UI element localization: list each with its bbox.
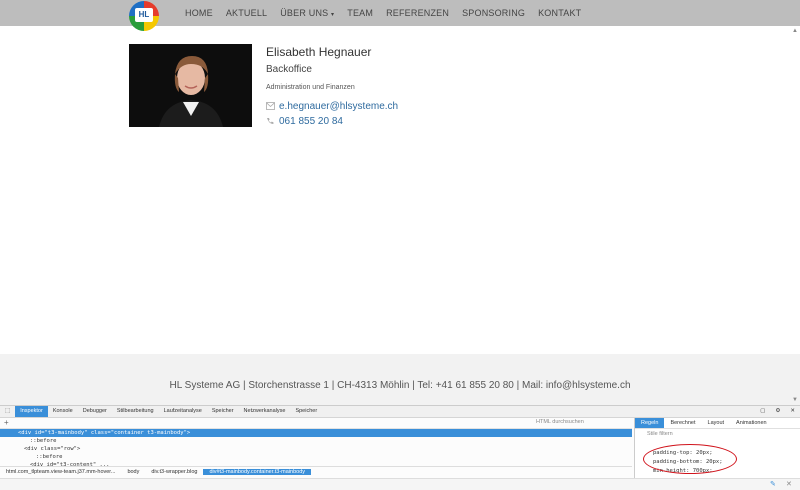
close-icon[interactable]: ✕ bbox=[785, 406, 800, 417]
chevron-down-icon: ▾ bbox=[331, 12, 335, 18]
breadcrumb-item-wrapper[interactable]: div.t3-wrapper.blog bbox=[145, 469, 203, 475]
nav-item-ueber-uns[interactable]: ÜBER UNS ▾ bbox=[280, 8, 334, 18]
red-highlight-annotation bbox=[643, 444, 737, 474]
nav-item-sponsoring[interactable]: SPONSORING bbox=[462, 8, 525, 18]
code-line[interactable]: <div class="row"> bbox=[0, 445, 632, 453]
person-photo bbox=[129, 44, 252, 127]
markup-view: <div id="t3-mainbody" class="container t… bbox=[0, 429, 632, 469]
html-search-input[interactable]: HTML durchsuchen bbox=[536, 419, 584, 425]
main-nav: HOME AKTUELL ÜBER UNS ▾ TEAM REFERENZEN … bbox=[185, 8, 594, 18]
tab-storage[interactable]: Speicher bbox=[290, 406, 322, 417]
rules-tab-bar: Regeln Berechnet Layout Animationen bbox=[635, 418, 800, 429]
envelope-icon bbox=[266, 102, 275, 111]
email-row: e.hegnauer@hlsysteme.ch bbox=[266, 101, 398, 112]
devtools-bottom-bar: ✎ ✕ bbox=[0, 478, 800, 490]
tab-console[interactable]: Konsole bbox=[48, 406, 78, 417]
tab-rules[interactable]: Regeln bbox=[635, 418, 665, 428]
email-link[interactable]: e.hegnauer@hlsysteme.ch bbox=[279, 101, 398, 112]
devtools-tab-bar: ⬚ Inspektor Konsole Debugger Stilbearbei… bbox=[0, 406, 800, 418]
tab-debugger[interactable]: Debugger bbox=[78, 406, 112, 417]
breadcrumb-item-mainbody[interactable]: div#t3-mainbody.container.t3-mainbody bbox=[203, 469, 312, 475]
nav-item-home[interactable]: HOME bbox=[185, 8, 213, 18]
element-picker-icon[interactable]: ⬚ bbox=[0, 406, 15, 417]
tab-animations[interactable]: Animationen bbox=[730, 418, 773, 428]
breadcrumb-item-html[interactable]: html.com_tlpteam.view-team.j37.mm-hover.… bbox=[0, 469, 121, 475]
tab-style-editor[interactable]: Stilbearbeitung bbox=[112, 406, 159, 417]
phone-link[interactable]: 061 855 20 84 bbox=[279, 116, 343, 127]
tab-computed[interactable]: Berechnet bbox=[664, 418, 701, 428]
pin-icon[interactable]: ✎ bbox=[770, 480, 776, 488]
nav-item-referenzen[interactable]: REFERENZEN bbox=[386, 8, 449, 18]
code-line[interactable]: ::before bbox=[0, 453, 632, 461]
tab-layout[interactable]: Layout bbox=[702, 418, 731, 428]
nav-item-ueber-uns-label: ÜBER UNS bbox=[280, 8, 329, 18]
phone-icon bbox=[266, 117, 275, 126]
close-icon[interactable]: ✕ bbox=[786, 480, 792, 488]
settings-icon[interactable]: ⚙ bbox=[770, 406, 785, 417]
footer-contact-text: HL Systeme AG | Storchenstrasse 1 | CH-4… bbox=[169, 380, 631, 391]
tab-memory[interactable]: Speicher bbox=[207, 406, 239, 417]
tab-performance[interactable]: Laufzeitanalyse bbox=[159, 406, 207, 417]
code-line[interactable]: <div id="t3-mainbody" class="container t… bbox=[0, 429, 632, 437]
person-department: Administration und Finanzen bbox=[266, 84, 355, 91]
person-role: Backoffice bbox=[266, 64, 312, 75]
company-logo[interactable]: HL bbox=[129, 1, 159, 31]
scroll-down-arrow-icon[interactable]: ▼ bbox=[792, 397, 798, 403]
person-name: Elisabeth Hegnauer bbox=[266, 45, 372, 59]
breadcrumb-item-body[interactable]: body bbox=[121, 469, 145, 475]
nav-item-aktuell[interactable]: AKTUELL bbox=[226, 8, 267, 18]
inspector-toolbar: + HTML durchsuchen bbox=[0, 418, 632, 429]
dock-icon[interactable]: ▢ bbox=[755, 406, 770, 417]
phone-row: 061 855 20 84 bbox=[266, 116, 343, 127]
code-line[interactable]: ::before bbox=[0, 437, 632, 445]
tab-inspector[interactable]: Inspektor bbox=[15, 406, 48, 417]
breadcrumb: html.com_tlpteam.view-team.j37.mm-hover.… bbox=[0, 466, 632, 477]
nav-item-kontakt[interactable]: KONTAKT bbox=[538, 8, 581, 18]
scroll-up-arrow-icon[interactable]: ▲ bbox=[792, 28, 798, 34]
add-node-icon[interactable]: + bbox=[4, 418, 9, 427]
logo-text: HL bbox=[135, 8, 153, 22]
nav-item-team[interactable]: TEAM bbox=[347, 8, 373, 18]
styles-filter-input[interactable]: Stile filtern bbox=[647, 431, 673, 437]
tab-network[interactable]: Netzwerkanalyse bbox=[239, 406, 291, 417]
